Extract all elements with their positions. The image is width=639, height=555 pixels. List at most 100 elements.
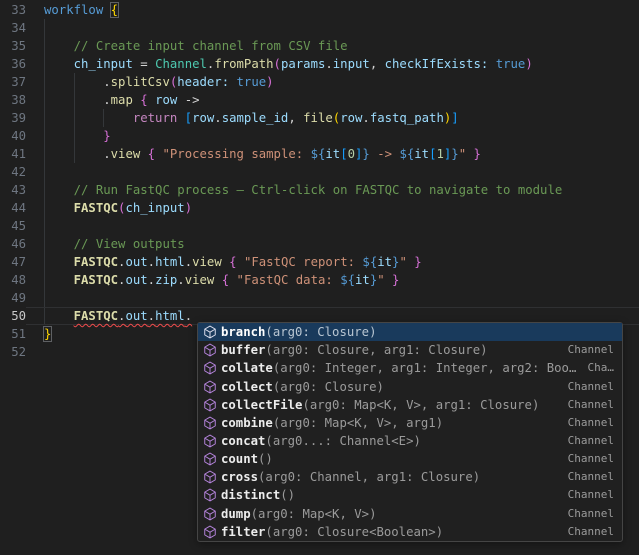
suggestion-return-type: Channel (568, 414, 614, 432)
code-token (229, 273, 236, 287)
code-token: . (148, 255, 155, 269)
code-token: ${ (311, 147, 326, 161)
code-token: } (414, 255, 421, 269)
symbol-method-icon (203, 434, 217, 448)
code-line[interactable]: 38 .map { row -> (0, 91, 639, 109)
code-token (44, 57, 74, 71)
code-token (237, 255, 244, 269)
suggestion-item-count[interactable]: count()Channel (198, 450, 622, 468)
code-line[interactable]: 40 } (0, 127, 639, 145)
code-content: FASTQC.out.zip.view { "FastQC data: ${it… (26, 271, 639, 289)
code-content (26, 163, 639, 181)
code-token (103, 3, 110, 17)
suggestion-item-collect[interactable]: collect(arg0: Closure)Channel (198, 377, 622, 395)
code-token: . (185, 309, 192, 323)
code-content: } (26, 127, 639, 145)
suggestion-return-type: Channel (568, 486, 614, 504)
code-line[interactable]: 34 (0, 19, 639, 37)
code-token: input (333, 57, 370, 71)
code-token: ) (266, 75, 273, 89)
code-line[interactable]: 36 ch_input = Channel.fromPath(params.in… (0, 55, 639, 73)
suggestion-return-type: Channel (568, 450, 614, 468)
code-token: FASTQC (74, 273, 118, 287)
code-token: ) (525, 57, 532, 71)
code-line[interactable]: 49 (0, 289, 639, 307)
suggestion-item-collate[interactable]: collate(arg0: Integer, arg1: Integer, ar… (198, 359, 622, 377)
suggestion-item-cross[interactable]: cross(arg0: Channel, arg1: Closure)Chann… (198, 468, 622, 486)
code-line[interactable]: 42 (0, 163, 639, 181)
code-line[interactable]: 47 FASTQC.out.html.view { "FastQC report… (0, 253, 639, 271)
suggestion-item-buffer[interactable]: buffer(arg0: Closure, arg1: Closure)Chan… (198, 341, 622, 359)
symbol-method-icon (203, 470, 217, 484)
suggestion-label: filter (221, 523, 265, 541)
code-line[interactable]: 37 .splitCsv(header: true) (0, 73, 639, 91)
suggestion-item-filter[interactable]: filter(arg0: Closure<Boolean>)Channel (198, 523, 622, 541)
code-token: it (377, 255, 392, 269)
suggestion-label: collectFile (221, 396, 302, 414)
suggestion-label: branch (221, 323, 265, 341)
line-number: 38 (0, 91, 26, 109)
code-token: ch_input (74, 57, 133, 71)
code-line[interactable]: 43 // Run FastQC process – Ctrl-click on… (0, 181, 639, 199)
suggestion-item-distinct[interactable]: distinct() Channel (198, 486, 622, 504)
line-number: 44 (0, 199, 26, 217)
code-line[interactable]: 48 FASTQC.out.zip.view { "FastQC data: $… (0, 271, 639, 289)
code-token: . (325, 57, 332, 71)
code-token: ch_input (125, 201, 184, 215)
suggestion-item-collectFile[interactable]: collectFile(arg0: Map<K, V>, arg1: Closu… (198, 396, 622, 414)
symbol-method-icon (203, 525, 217, 539)
code-content: .splitCsv(header: true) (26, 73, 639, 91)
code-token: it (355, 273, 370, 287)
suggestion-signature: (arg0: Map<K, V>) (251, 505, 377, 523)
code-token: header: (177, 75, 229, 89)
code-content (26, 217, 639, 235)
line-number: 33 (0, 1, 26, 19)
code-line[interactable]: 46 // View outputs (0, 235, 639, 253)
code-line[interactable]: 33workflow { (0, 1, 639, 19)
code-token: = (133, 57, 155, 71)
code-token (44, 255, 74, 269)
suggestion-label: collate (221, 359, 273, 377)
suggestion-item-branch[interactable]: branch(arg0: Closure) (198, 323, 622, 341)
code-token: row (155, 93, 177, 107)
suggestion-item-combine[interactable]: combine(arg0: Map<K, V>, arg1)Channel (198, 414, 622, 432)
code-token: return (133, 111, 177, 125)
code-token: [ (185, 111, 192, 125)
code-content: // Create input channel from CSV file (26, 37, 639, 55)
code-token: } (474, 147, 481, 161)
symbol-method-icon (203, 416, 217, 430)
code-token: params (281, 57, 325, 71)
suggestion-item-concat[interactable]: concat(arg0...: Channel<E>)Channel (198, 432, 622, 450)
code-token: "Processing sample: (162, 147, 310, 161)
code-token (385, 273, 392, 287)
suggestion-label: distinct (221, 486, 280, 504)
code-content (26, 289, 639, 307)
code-token: . (177, 273, 184, 287)
suggestion-label: count (221, 450, 258, 468)
code-line[interactable]: 35 // Create input channel from CSV file (0, 37, 639, 55)
code-token: // Create input channel from CSV file (74, 39, 348, 53)
suggestion-signature: (arg0: Channel, arg1: Closure) (258, 468, 480, 486)
code-token: html (155, 309, 185, 323)
code-content: return [row.sample_id, file(row.fastq_pa… (26, 109, 639, 127)
symbol-method-icon (203, 452, 217, 466)
code-token: out (125, 309, 147, 323)
code-token (44, 75, 103, 89)
code-token: ${ (340, 273, 355, 287)
symbol-method-icon (203, 343, 217, 357)
line-number: 47 (0, 253, 26, 271)
code-line[interactable]: 44 FASTQC(ch_input) (0, 199, 639, 217)
suggestion-label: combine (221, 414, 273, 432)
code-token: FASTQC (74, 309, 118, 323)
code-token: . (185, 255, 192, 269)
code-line[interactable]: 41 .view { "Processing sample: ${it[0]} … (0, 145, 639, 163)
code-line[interactable]: 39 return [row.sample_id, file(row.fastq… (0, 109, 639, 127)
code-token: } (103, 129, 110, 143)
suggestion-item-dump[interactable]: dump(arg0: Map<K, V>)Channel (198, 505, 622, 523)
code-token (44, 39, 74, 53)
suggestion-return-type: Channel (568, 432, 614, 450)
suggestion-signature: () (280, 486, 295, 504)
code-line[interactable]: 45 (0, 217, 639, 235)
code-token: true (496, 57, 526, 71)
code-content: FASTQC.out.html.view { "FastQC report: $… (26, 253, 639, 271)
